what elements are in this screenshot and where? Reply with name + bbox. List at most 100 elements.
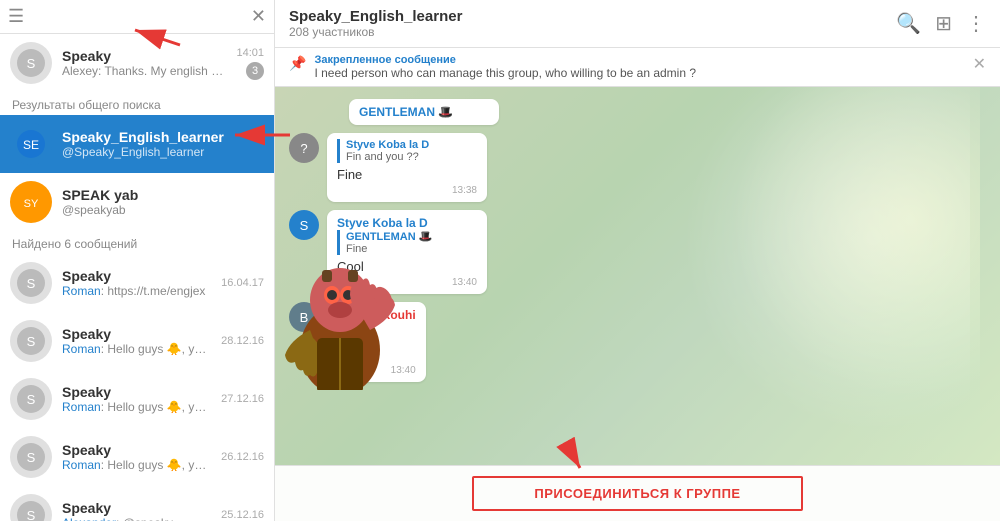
chat-info: SPEAK yab @speakyab [62, 187, 264, 217]
chat-info: Speaky Alexander: @speaky [62, 500, 211, 521]
chat-time: 14:01 [236, 47, 264, 59]
message-bubble: GENTLEMAN 🎩 [349, 99, 499, 125]
list-item[interactable]: S Speaky Roman: Hello guys 🐥, you are re… [0, 312, 274, 370]
quote-sender: Styve Koba la D [346, 139, 477, 151]
chat-preview: Roman: Hello guys 🐥, you are reading our… [62, 458, 211, 472]
chat-name: Speaky [62, 48, 226, 64]
chat-name: Speaky [62, 500, 211, 516]
pinned-message: 📌 Закрепленное сообщение I need person w… [275, 48, 1000, 87]
quote-text: Fin and you ?? [346, 151, 477, 163]
svg-text:S: S [27, 508, 36, 521]
chat-time: 25.12.16 [221, 509, 264, 521]
message-time: 13:38 [337, 185, 477, 196]
chat-time: 28.12.16 [221, 335, 264, 347]
chat-name: Speaky [62, 442, 211, 458]
message-sender: Styve Koba la D [337, 216, 477, 230]
join-bar: ПРИСОЕДИНИТЬСЯ К ГРУППЕ [275, 465, 1000, 521]
svg-text:SE: SE [23, 138, 39, 152]
pinned-label: Закрепленное сообщение [314, 54, 696, 66]
chat-preview: Alexander: @speaky [62, 516, 211, 521]
chat-name: Speaky [62, 326, 211, 342]
svg-text:S: S [27, 276, 36, 291]
avatar: S [10, 320, 52, 362]
chat-info: Speaky Roman: https://t.me/engjex [62, 268, 211, 298]
list-item[interactable]: S Speaky Roman: https://t.me/engjex 16.0… [0, 254, 274, 312]
list-item[interactable]: S Speaky Roman: Hello guys 🐥, you are re… [0, 370, 274, 428]
search-bar: ☰ @speaky ✕ [0, 0, 274, 34]
chat-meta: 14:01 3 [236, 47, 264, 80]
pin-icon: 📌 [289, 55, 306, 72]
pinned-content: Закрепленное сообщение I need person who… [314, 54, 696, 80]
list-item[interactable]: S Speaky Roman: Hello guys 🐥, you are re… [0, 428, 274, 486]
search-input[interactable]: @speaky [30, 9, 245, 25]
avatar: SY [10, 181, 52, 223]
menu-icon[interactable]: ☰ [8, 6, 24, 27]
avatar: S [10, 436, 52, 478]
chat-header-info[interactable]: Speaky_English_learner 208 участников [289, 8, 886, 39]
chat-meta: 16.04.17 [221, 277, 264, 289]
sidebar: ☰ @speaky ✕ S Speaky Alexey: Thanks. My … [0, 0, 275, 521]
chat-item-speaky-top[interactable]: S Speaky Alexey: Thanks. My english not … [0, 34, 274, 92]
chat-handle: @speakyab [62, 203, 264, 217]
svg-text:S: S [27, 450, 36, 465]
message-sender: GENTLEMAN 🎩 [359, 105, 489, 119]
chat-meta: 28.12.16 [221, 335, 264, 347]
message-block: GENTLEMAN 🎩 [349, 99, 709, 125]
messages-area: GENTLEMAN 🎩 ? Styve Koba la D Fin and yo… [275, 87, 1000, 465]
close-icon[interactable]: ✕ [251, 6, 266, 27]
chat-preview: Roman: Hello guys 🐥, you are reading our… [62, 400, 211, 414]
avatar: SE [10, 123, 52, 165]
more-icon[interactable]: ⋮ [966, 11, 986, 36]
chat-header-icons: 🔍 ⊞ ⋮ [896, 11, 986, 36]
chat-info: Speaky Roman: Hello guys 🐥, you are read… [62, 326, 211, 356]
chat-name: Speaky [62, 268, 211, 284]
chat-preview: Roman: https://t.me/engjex [62, 284, 211, 298]
avatar: S [10, 42, 52, 84]
chat-name: SPEAK yab [62, 187, 264, 203]
message-bubble: Styve Koba la D Fin and you ?? Fine 13:3… [327, 133, 487, 202]
chat-info: Speaky Roman: Hello guys 🐥, you are read… [62, 384, 211, 414]
message-block: ? Styve Koba la D Fin and you ?? Fine 13… [289, 133, 649, 202]
main-chat: Speaky_English_learner 208 участников 🔍 … [275, 0, 1000, 521]
pinned-close-icon[interactable]: ✕ [973, 54, 986, 74]
chat-title: Speaky_English_learner [289, 8, 886, 25]
chat-info: Speaky_English_learner @Speaky_English_l… [62, 129, 264, 159]
join-group-button[interactable]: ПРИСОЕДИНИТЬСЯ К ГРУППЕ [472, 476, 802, 511]
chat-preview: Roman: Hello guys 🐥, you are reading our… [62, 342, 211, 356]
chat-handle: @Speaky_English_learner [62, 145, 264, 159]
svg-text:S: S [27, 392, 36, 407]
chat-meta: 25.12.16 [221, 509, 264, 521]
avatar: S [10, 262, 52, 304]
section-label-messages: Найдено 6 сообщений [0, 231, 274, 254]
chat-name: Speaky [62, 384, 211, 400]
unread-badge: 3 [246, 62, 264, 80]
avatar: S [10, 494, 52, 521]
chat-item-speakyab[interactable]: SY SPEAK yab @speakyab [0, 173, 274, 231]
sticker-image [275, 230, 405, 395]
pinned-text: I need person who can manage this group,… [314, 66, 696, 80]
list-item[interactable]: S Speaky Alexander: @speaky 25.12.16 [0, 486, 274, 521]
chat-time: 16.04.17 [221, 277, 264, 289]
chat-meta: 26.12.16 [221, 451, 264, 463]
avatar: S [10, 378, 52, 420]
section-label-search: Результаты общего поиска [0, 92, 274, 115]
chat-time: 27.12.16 [221, 393, 264, 405]
chat-info: Speaky Roman: Hello guys 🐥, you are read… [62, 442, 211, 472]
message-text: Fine [337, 167, 477, 182]
columns-icon[interactable]: ⊞ [935, 11, 952, 36]
message-quote: Styve Koba la D Fin and you ?? [337, 139, 477, 163]
chat-preview: Alexey: Thanks. My english not g... [62, 64, 226, 78]
search-icon[interactable]: 🔍 [896, 11, 921, 36]
chat-info: Speaky Alexey: Thanks. My english not g.… [62, 48, 226, 78]
chat-header: Speaky_English_learner 208 участников 🔍 … [275, 0, 1000, 48]
svg-text:S: S [27, 334, 36, 349]
chat-list: S Speaky Alexey: Thanks. My english not … [0, 34, 274, 521]
avatar: ? [289, 133, 319, 163]
chat-meta: 27.12.16 [221, 393, 264, 405]
chat-time: 26.12.16 [221, 451, 264, 463]
svg-text:S: S [27, 56, 36, 71]
chat-item-speaky-english[interactable]: SE Speaky_English_learner @Speaky_Englis… [0, 115, 274, 173]
chat-subtitle: 208 участников [289, 25, 886, 39]
svg-text:SY: SY [24, 198, 39, 210]
chat-name: Speaky_English_learner [62, 129, 264, 145]
